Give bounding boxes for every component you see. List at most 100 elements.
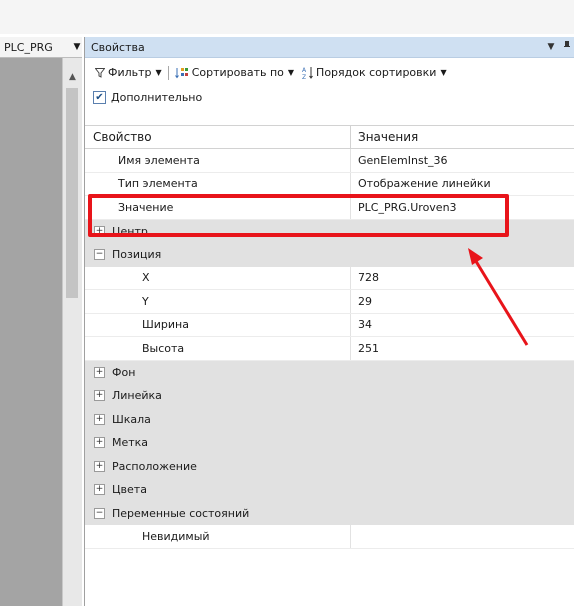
property-value-cell[interactable]: 728 (351, 267, 574, 290)
property-name-cell: Невидимый (85, 525, 351, 548)
property-group-row[interactable]: + Метка (85, 431, 574, 455)
property-name: Ширина (142, 318, 189, 332)
property-name-cell: − Переменные состояний (85, 502, 351, 526)
property-value-cell (351, 478, 574, 502)
advanced-checkbox-label: Дополнительно (111, 90, 203, 104)
property-name-cell: Ширина (85, 313, 351, 336)
property-value-cell (351, 384, 574, 408)
properties-title-bar: Свойства ▼ (85, 37, 574, 58)
expand-icon[interactable]: + (94, 437, 105, 449)
property-value: 251 (358, 341, 379, 355)
property-value: 29 (358, 294, 372, 308)
property-group-row[interactable]: − Переменные состояний (85, 501, 574, 526)
property-value-cell[interactable]: 251 (351, 337, 574, 360)
window-top-strip (0, 0, 574, 34)
property-name-cell: X (85, 266, 351, 289)
left-scrollbar[interactable]: ▲ (62, 58, 82, 606)
property-value-cell[interactable] (351, 525, 574, 548)
chevron-down-icon[interactable]: ▼ (543, 42, 559, 52)
svg-text:Z: Z (302, 74, 306, 80)
property-name-cell: + Цвета (85, 478, 351, 502)
panel-title: Свойства (91, 40, 145, 54)
annotation-highlight-box (88, 194, 509, 237)
property-row[interactable]: X 728 (85, 266, 574, 290)
scroll-up-icon[interactable]: ▲ (63, 72, 82, 82)
property-group-row[interactable]: + Расположение (85, 454, 574, 479)
pou-selector-combo[interactable]: PLC_PRG ▼ (0, 37, 82, 58)
property-group-row[interactable]: + Линейка (85, 384, 574, 408)
property-name: Фон (112, 365, 136, 379)
property-name: Имя элемента (118, 153, 200, 167)
property-value-cell (351, 408, 574, 432)
property-value-cell[interactable]: GenElemInst_36 (351, 149, 574, 172)
expand-icon[interactable]: + (94, 366, 105, 378)
collapse-icon[interactable]: − (94, 249, 105, 261)
column-header-value[interactable]: Значения (351, 130, 418, 144)
property-name: Переменные состояний (112, 506, 250, 520)
expand-icon[interactable]: + (94, 390, 105, 402)
property-name: Невидимый (142, 529, 210, 543)
property-group-row[interactable]: + Шкала (85, 407, 574, 432)
properties-grid-header: Свойство Значения (85, 125, 574, 149)
property-group-row[interactable]: − Позиция (85, 243, 574, 267)
property-value-cell (351, 431, 574, 455)
property-name-cell: Y (85, 290, 351, 313)
property-name: Высота (142, 341, 185, 355)
property-row[interactable]: Y 29 (85, 290, 574, 314)
property-name: Цвета (112, 483, 147, 497)
expand-icon[interactable]: + (94, 413, 105, 425)
sort-by-button[interactable]: Сортировать по ▼ (171, 66, 298, 79)
property-name-cell: − Позиция (85, 243, 351, 267)
property-name: X (142, 271, 150, 285)
property-row[interactable]: Высота 251 (85, 337, 574, 361)
advanced-checkbox[interactable]: ✔ (93, 90, 106, 104)
property-name-cell: + Фон (85, 361, 351, 385)
property-name-cell: Высота (85, 337, 351, 360)
property-value-cell (351, 455, 574, 479)
property-name-cell: + Шкала (85, 408, 351, 432)
sort-by-label: Сортировать по (191, 66, 284, 79)
expand-icon[interactable]: + (94, 484, 105, 496)
property-name-cell: Тип элемента (85, 172, 351, 195)
property-row[interactable]: Имя элемента GenElemInst_36 (85, 149, 574, 173)
property-name-cell: Имя элемента (85, 149, 351, 172)
sort-icon (174, 67, 188, 78)
properties-toolbar: Фильтр ▼ Сортировать по ▼ A Z Порядок со… (85, 59, 574, 86)
sort-order-button[interactable]: A Z Порядок сортировки ▼ (298, 66, 451, 80)
property-group-row[interactable]: + Фон (85, 360, 574, 385)
property-value: GenElemInst_36 (358, 153, 448, 167)
expand-icon[interactable]: + (94, 460, 105, 472)
collapse-icon[interactable]: − (94, 507, 105, 519)
filter-button[interactable]: Фильтр ▼ (91, 66, 166, 79)
scroll-thumb[interactable] (66, 88, 78, 298)
property-row[interactable]: Ширина 34 (85, 313, 574, 337)
property-name: Шкала (112, 412, 151, 426)
property-name: Линейка (112, 389, 162, 403)
pin-icon[interactable] (559, 40, 574, 54)
property-group-row[interactable]: + Цвета (85, 478, 574, 502)
property-row[interactable]: Невидимый (85, 525, 574, 549)
filter-label: Фильтр (108, 66, 152, 79)
chevron-down-icon: ▼ (440, 68, 447, 77)
chevron-down-icon: ▼ (287, 68, 295, 77)
filter-icon (95, 67, 105, 78)
sort-order-label: Порядок сортировки (316, 66, 437, 79)
sort-az-icon: A Z (302, 66, 313, 80)
chevron-down-icon: ▼ (155, 68, 162, 77)
pou-selector-value: PLC_PRG (4, 40, 53, 54)
property-value-cell (351, 361, 574, 385)
toolbar-separator (167, 65, 169, 80)
property-name-cell: + Расположение (85, 455, 351, 479)
property-row[interactable]: Тип элемента Отображение линейки (85, 172, 574, 196)
property-name: Расположение (112, 459, 197, 473)
property-value-cell[interactable]: 29 (351, 290, 574, 313)
property-name: Y (142, 294, 149, 308)
chevron-down-icon[interactable]: ▼ (72, 42, 82, 52)
property-value-cell[interactable]: 34 (351, 314, 574, 337)
property-value-cell[interactable]: Отображение линейки (351, 173, 574, 196)
property-value: 34 (358, 318, 372, 332)
property-value: Отображение линейки (358, 177, 491, 191)
column-header-property[interactable]: Свойство (85, 126, 351, 148)
property-name: Метка (112, 436, 149, 450)
advanced-checkbox-row[interactable]: ✔ Дополнительно (85, 87, 574, 107)
